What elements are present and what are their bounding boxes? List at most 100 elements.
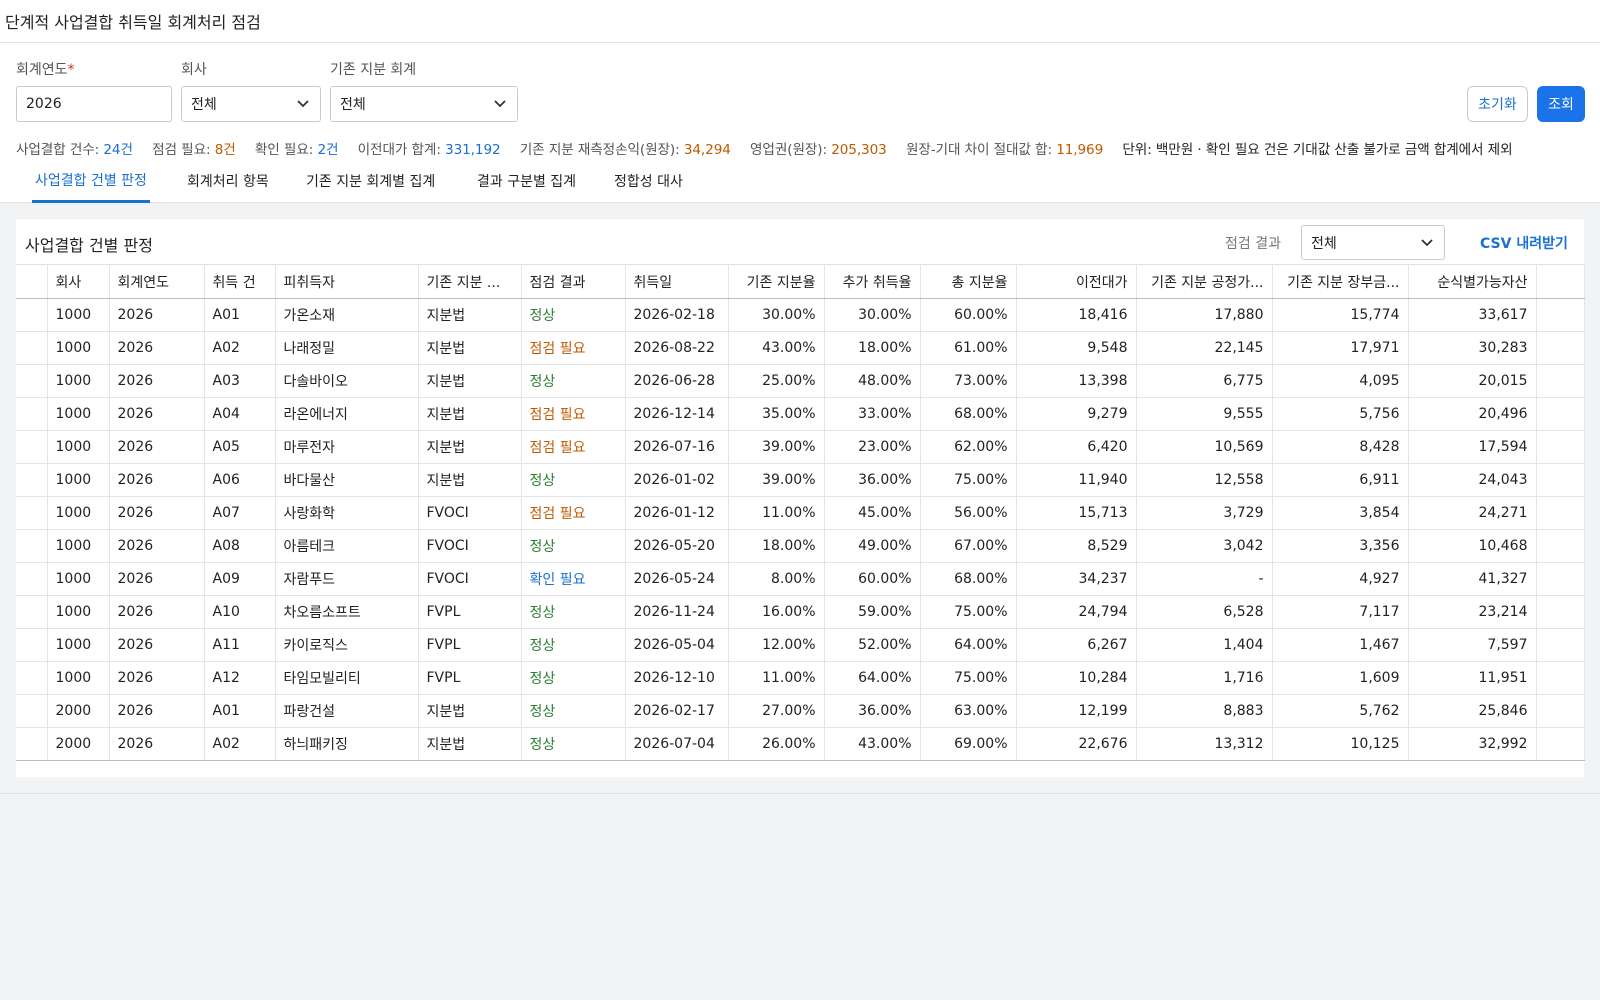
column-header[interactable]: 기존 지분 공정가... <box>1136 264 1273 299</box>
column-header[interactable]: 기존 지분율 <box>728 264 825 299</box>
tab-accounting-items[interactable]: 회계처리 항목 <box>184 159 272 203</box>
table-cell: 69.00% <box>920 727 1017 761</box>
column-header[interactable]: 추가 취득율 <box>824 264 921 299</box>
table-cell: 다솔바이오 <box>275 364 419 398</box>
table-cell: 43.00% <box>824 727 921 761</box>
table-row[interactable]: 1000 2026 A07 사랑화학 FVOCI 점검 필요 2026-01-12 11.00… <box>16 496 1585 530</box>
column-header[interactable]: 취득 건 <box>204 264 276 299</box>
table-row[interactable]: 2000 2026 A02 하늬패키징 지분법 정상 2026-07-04 26.00% 43.… <box>16 727 1585 761</box>
column-header[interactable]: 기존 지분 ... <box>418 264 522 299</box>
table-cell: 1000 <box>47 397 110 431</box>
table-row[interactable]: 1000 2026 A09 자람푸드 FVOCI 확인 필요 2026-05-24 8.00%… <box>16 562 1585 596</box>
table-cell: 10,468 <box>1408 529 1537 563</box>
column-header[interactable]: 점검 결과 <box>521 264 626 299</box>
summary-bar: 사업결합 건수: 24건 점검 필요: 8건 확인 필요: 2건 이전대가 합계… <box>16 138 1513 158</box>
result-filter-value: 전체 <box>1311 235 1337 252</box>
table-cell: 34,237 <box>1016 562 1137 596</box>
table-cell: 2026 <box>109 463 205 497</box>
table-row[interactable]: 1000 2026 A08 아름테크 FVOCI 정상 2026-05-20 18.00% 49… <box>16 529 1585 563</box>
status-cell: 점검 필요 <box>521 397 626 431</box>
column-header[interactable]: 취득일 <box>625 264 729 299</box>
row-selector-cell[interactable] <box>16 562 48 596</box>
table-cell: 지분법 <box>418 430 522 464</box>
row-selector-cell[interactable] <box>16 529 48 563</box>
year-label: 회계연도* <box>16 59 75 79</box>
status-cell: 정상 <box>521 595 626 629</box>
row-selector-cell[interactable] <box>16 298 48 332</box>
result-filter-select[interactable]: 전체 <box>1301 225 1445 260</box>
row-spacer-cell <box>1536 562 1585 596</box>
table-cell: 2026-05-24 <box>625 562 729 596</box>
company-select-value: 전체 <box>191 97 217 113</box>
table-cell: 48.00% <box>824 364 921 398</box>
year-input[interactable]: 2026 <box>16 86 172 122</box>
company-select[interactable]: 전체 <box>181 86 321 122</box>
column-header[interactable]: 총 지분율 <box>920 264 1017 299</box>
table-row[interactable]: 1000 2026 A12 타임모빌리티 FVPL 정상 2026-12-10 11.00% 6… <box>16 661 1585 695</box>
table-cell: 17,880 <box>1136 298 1273 332</box>
table-cell: 2026-12-10 <box>625 661 729 695</box>
table-cell: 7,597 <box>1408 628 1537 662</box>
table-row[interactable]: 2000 2026 A01 파랑건설 지분법 정상 2026-02-17 27.00% 36.0… <box>16 694 1585 728</box>
row-selector-cell[interactable] <box>16 661 48 695</box>
table-cell: 60.00% <box>824 562 921 596</box>
table-cell: 6,528 <box>1136 595 1273 629</box>
column-header[interactable]: 이전대가 <box>1016 264 1137 299</box>
tab-combination-judgment[interactable]: 사업결합 건별 판정 <box>32 159 150 203</box>
column-header[interactable]: 회사 <box>47 264 110 299</box>
table-row[interactable]: 1000 2026 A06 바다물산 지분법 정상 2026-01-02 39.00% 36.0… <box>16 463 1585 497</box>
table-cell: 2026-01-12 <box>625 496 729 530</box>
row-selector-cell[interactable] <box>16 430 48 464</box>
prior-accounting-select[interactable]: 전체 <box>330 86 518 122</box>
table-row[interactable]: 1000 2026 A04 라온에너지 지분법 점검 필요 2026-12-14 35.00%… <box>16 397 1585 431</box>
row-selector-cell[interactable] <box>16 331 48 365</box>
column-header[interactable]: 기존 지분 장부금... <box>1272 264 1409 299</box>
table-row[interactable]: 1000 2026 A10 차오름소프트 FVPL 정상 2026-11-24 16.00% 5… <box>16 595 1585 629</box>
row-spacer-cell <box>1536 463 1585 497</box>
table-row[interactable]: 1000 2026 A02 나래정밀 지분법 점검 필요 2026-08-22 43.00% 1… <box>16 331 1585 365</box>
table-cell: 1,716 <box>1136 661 1273 695</box>
csv-download-button[interactable]: CSV 내려받기 <box>1480 233 1568 253</box>
horizontal-scrollbar[interactable] <box>16 762 1584 777</box>
prior-accounting-label: 기존 지분 회계 <box>330 62 417 78</box>
table-cell: 2026 <box>109 661 205 695</box>
row-spacer-cell <box>1536 496 1585 530</box>
row-selector-cell[interactable] <box>16 628 48 662</box>
count-value: 24건 <box>103 142 133 158</box>
table-cell: 1000 <box>47 562 110 596</box>
row-selector-cell[interactable] <box>16 397 48 431</box>
table-cell: 1000 <box>47 298 110 332</box>
table-row[interactable]: 1000 2026 A11 카이로직스 FVPL 정상 2026-05-04 12.00% 52… <box>16 628 1585 662</box>
reset-button[interactable]: 초기화 <box>1467 86 1528 122</box>
search-button[interactable]: 조회 <box>1537 86 1585 122</box>
row-selector-cell[interactable] <box>16 595 48 629</box>
tab-prior-accounting-summary[interactable]: 기존 지분 회계별 집계 <box>303 159 438 203</box>
table-cell: 2026-12-14 <box>625 397 729 431</box>
row-selector-cell[interactable] <box>16 694 48 728</box>
tab-result-summary[interactable]: 결과 구분별 집계 <box>474 159 579 203</box>
table-row[interactable]: 1000 2026 A01 가온소재 지분법 정상 2026-02-18 30.00% 30.0… <box>16 298 1585 332</box>
check-label: 점검 필요: <box>152 142 211 158</box>
table-cell: 25.00% <box>728 364 825 398</box>
table-cell: 24,794 <box>1016 595 1137 629</box>
table-row[interactable]: 1000 2026 A03 다솔바이오 지분법 정상 2026-06-28 25.00% 48.… <box>16 364 1585 398</box>
row-selector-cell[interactable] <box>16 496 48 530</box>
row-selector-cell[interactable] <box>16 364 48 398</box>
column-header[interactable]: 회계연도 <box>109 264 205 299</box>
table-cell: 지분법 <box>418 397 522 431</box>
status-cell: 정상 <box>521 727 626 761</box>
table-cell: 1,404 <box>1136 628 1273 662</box>
row-selector-cell[interactable] <box>16 463 48 497</box>
table-cell: 2000 <box>47 694 110 728</box>
year-field: 회계연도* 2026 <box>16 59 172 122</box>
table-cell: 2026-07-04 <box>625 727 729 761</box>
footer-divider <box>0 793 1600 794</box>
tab-reconciliation[interactable]: 정합성 대사 <box>611 159 686 203</box>
row-selector-cell[interactable] <box>16 727 48 761</box>
row-selector-header <box>16 264 48 299</box>
table-cell: 26.00% <box>728 727 825 761</box>
column-header[interactable]: 순식별가능자산 <box>1408 264 1537 299</box>
table-cell: 33.00% <box>824 397 921 431</box>
column-header[interactable]: 피취득자 <box>275 264 419 299</box>
table-row[interactable]: 1000 2026 A05 마루전자 지분법 점검 필요 2026-07-16 39.00% 2… <box>16 430 1585 464</box>
